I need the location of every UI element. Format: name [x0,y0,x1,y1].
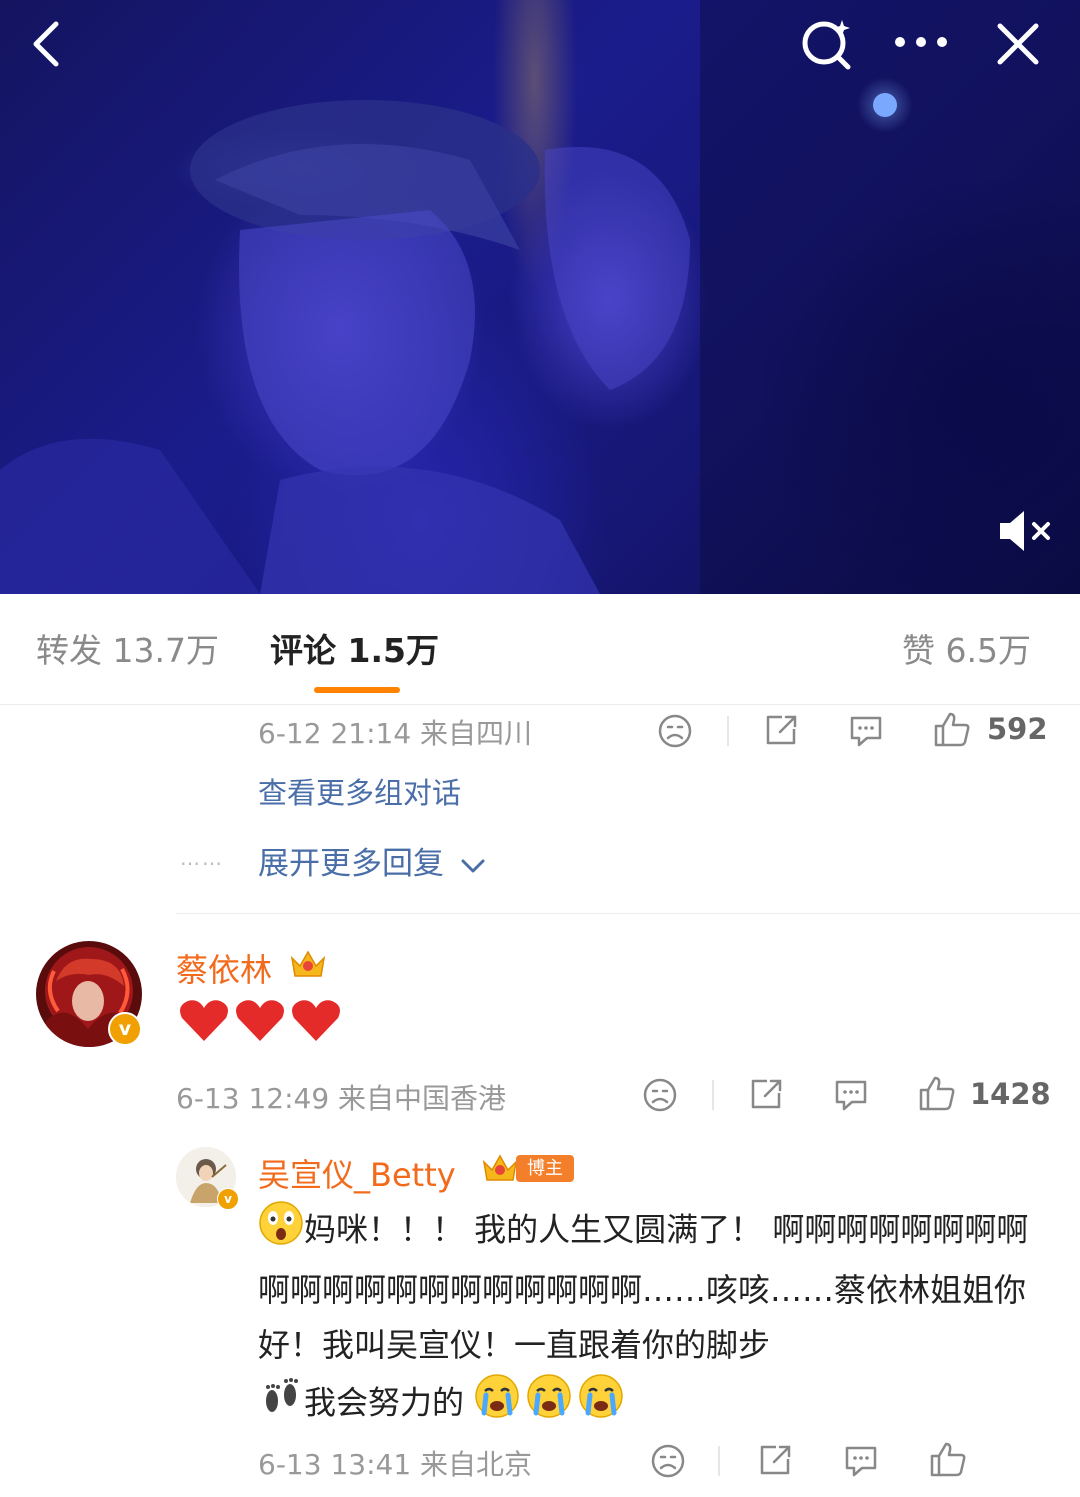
view-more-threads-link[interactable]: 查看更多组对话 [258,770,461,812]
action-divider [727,716,729,746]
expand-more-replies-link[interactable]: 展开更多回复 [258,838,488,883]
comment-meta: 6-13 12:49 来自中国香港 [176,1082,507,1115]
tab-repost[interactable]: 转发 13.7万 [36,624,219,672]
frown-face-icon [658,714,692,748]
frown-face-icon [643,1078,677,1112]
thumbs-up-icon [934,712,970,747]
thread-dots: …… [180,846,224,870]
share-icon [766,715,797,745]
dislike-button[interactable] [641,1076,679,1114]
close-icon [997,23,1039,65]
reply-text-tail: 我会努力的 [304,1383,465,1422]
verified-badge: v [217,1188,239,1210]
like-button[interactable] [928,1440,968,1478]
comment-bubble-icon [845,1446,877,1477]
like-button[interactable] [917,1074,957,1112]
more-button[interactable] [890,24,952,60]
dislike-button[interactable] [649,1442,687,1480]
tab-active-indicator [314,687,400,693]
mute-button[interactable] [998,508,1056,554]
close-button[interactable] [992,18,1044,70]
reply-text-main: 妈咪！！！ 我的人生又圆满了！ 啊啊啊啊啊啊啊啊啊啊啊啊啊啊啊啊啊啊啊啊……咳咳… [258,1210,1029,1365]
back-button[interactable] [22,16,72,72]
thumbs-up-icon [919,1076,955,1111]
footprints-emoji-icon [258,1373,304,1436]
comment-bubble-icon [850,716,882,747]
chevron-left-icon [33,21,59,67]
share-button[interactable] [756,1441,794,1479]
tab-likes[interactable]: 赞 6.5万 [902,624,1031,672]
crying-emoji-icon [474,1373,624,1436]
share-button[interactable] [747,1075,785,1113]
comment-meta: 6-12 21:14 来自四川 [258,717,533,750]
comment-username[interactable]: 蔡依林 [176,945,272,991]
expand-label: 展开更多回复 [258,846,444,882]
action-divider [712,1080,714,1110]
share-icon [760,1445,791,1475]
speaker-muted-icon [1000,511,1050,551]
comment-content: ❤️❤️❤️ [176,996,346,1046]
chevron-down-icon [461,859,485,872]
more-dots-icon [895,37,947,47]
author-badge: 博主 [516,1155,574,1182]
tab-bar: 转发 13.7万 评论 1.5万 赞 6.5万 [0,594,1080,705]
share-icon [751,1079,782,1109]
comment-bubble-icon [835,1080,867,1111]
reply-username[interactable]: 吴宣仪_Betty [258,1150,456,1196]
reply-button[interactable] [842,1442,880,1480]
heart-emojis [180,1000,340,1041]
dislike-button[interactable] [656,712,694,750]
like-count: 592 [987,712,1048,746]
comment-divider [176,913,1080,914]
search-sparkle-icon [802,20,851,70]
like-button[interactable] [932,710,972,748]
crown-badge-icon [288,946,328,986]
reply-button[interactable] [832,1076,870,1114]
reply-meta: 6-13 13:41 来自北京 [258,1448,533,1481]
reply-button[interactable] [847,712,885,750]
like-count: 1428 [970,1077,1051,1111]
reply-content: 妈咪！！！ 我的人生又圆满了！ 啊啊啊啊啊啊啊啊啊啊啊啊啊啊啊啊啊啊啊啊……咳咳… [258,1200,1048,1436]
video-player[interactable] [0,0,1080,594]
tab-comments[interactable]: 评论 1.5万 [270,624,439,672]
share-button[interactable] [762,711,800,749]
thumbs-up-icon [930,1442,966,1477]
verified-badge: v [108,1012,142,1046]
video-frame [0,0,1080,594]
surprised-emoji-icon [258,1200,304,1263]
frown-face-icon [651,1444,685,1478]
search-button[interactable] [796,14,858,74]
crown-icon [290,950,326,977]
action-divider [718,1446,720,1476]
